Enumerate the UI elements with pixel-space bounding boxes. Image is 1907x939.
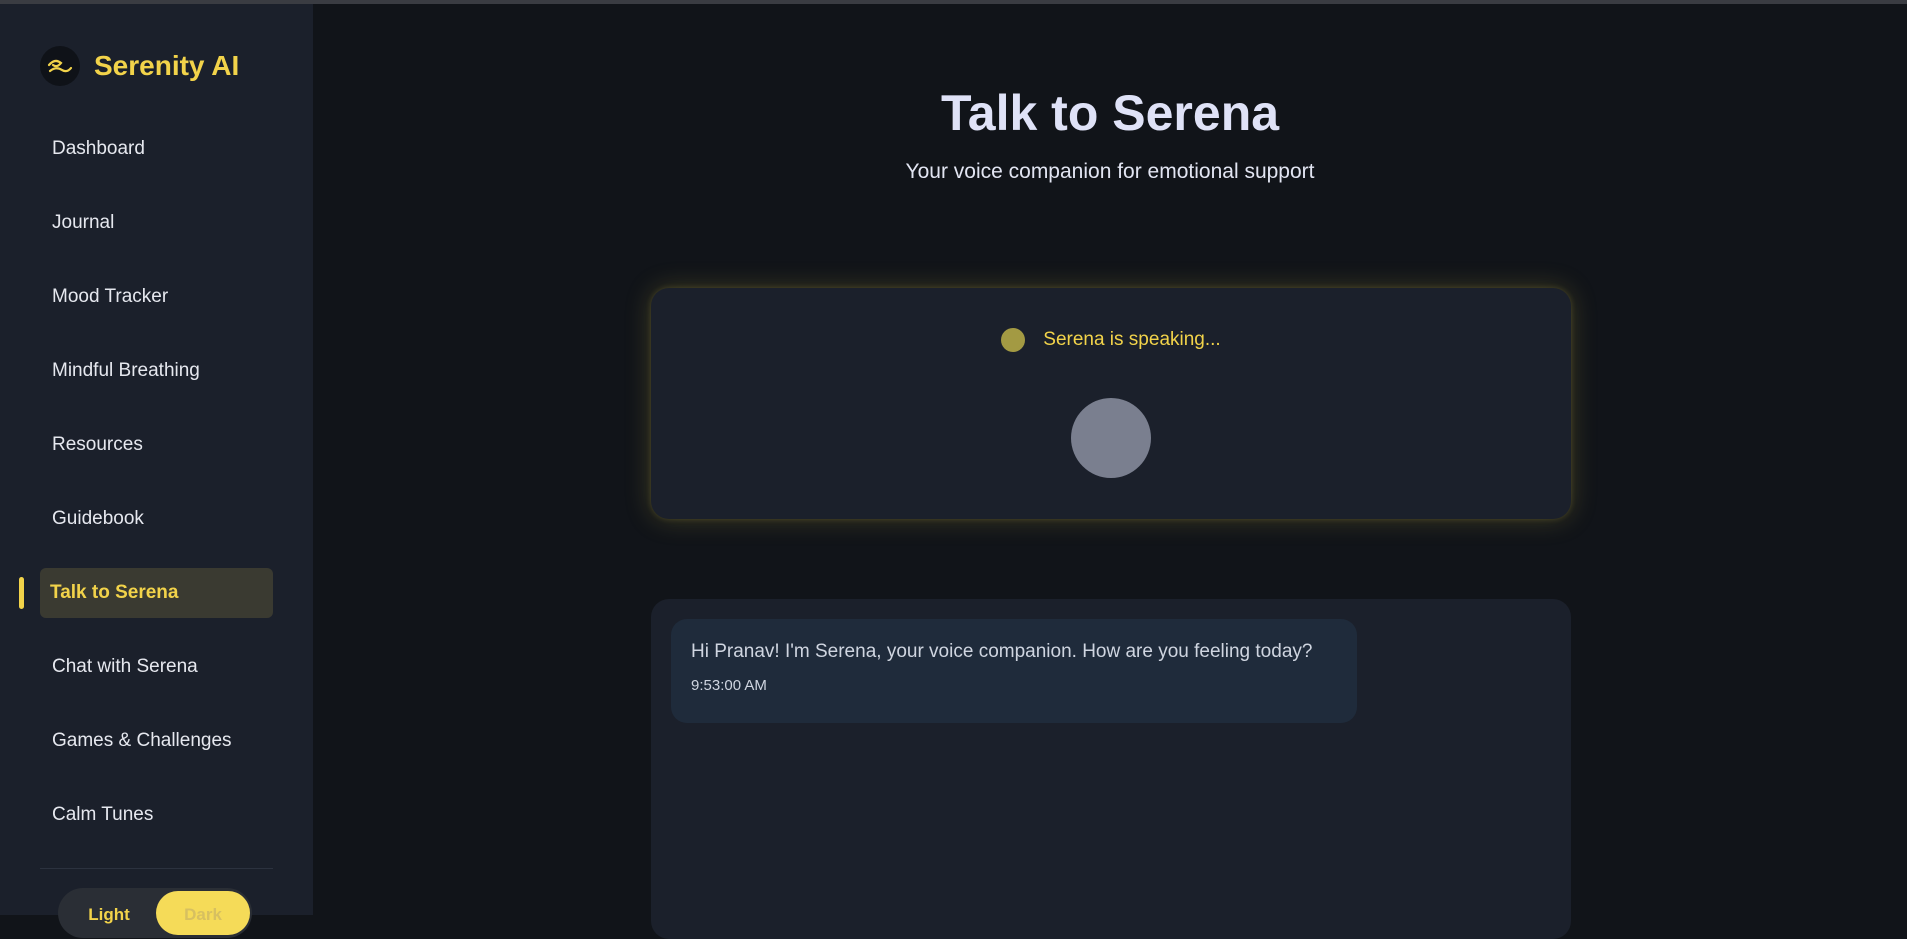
sidebar-item-journal[interactable]: Journal xyxy=(40,198,273,248)
speaking-status-text: Serena is speaking... xyxy=(1043,329,1221,350)
voice-status-card: Serena is speaking... xyxy=(651,288,1571,519)
sidebar-nav: Dashboard Journal Mood Tracker Mindful B… xyxy=(19,124,273,864)
sidebar-item-mindful-breathing[interactable]: Mindful Breathing xyxy=(40,346,273,396)
sidebar-item-mood-tracker[interactable]: Mood Tracker xyxy=(40,272,273,322)
speaking-indicator-icon xyxy=(1001,328,1026,352)
sidebar-item-chat-with-serena[interactable]: Chat with Serena xyxy=(40,642,273,692)
theme-dark-button[interactable]: Dark xyxy=(156,891,250,935)
microphone-button[interactable] xyxy=(1071,398,1151,478)
conversation-panel: Hi Pranav! I'm Serena, your voice compan… xyxy=(651,599,1571,939)
sidebar-item-games-challenges[interactable]: Games & Challenges xyxy=(40,716,273,766)
message-text: Hi Pranav! I'm Serena, your voice compan… xyxy=(691,641,1313,662)
sidebar-item-calm-tunes[interactable]: Calm Tunes xyxy=(40,790,273,840)
message-bubble: Hi Pranav! I'm Serena, your voice compan… xyxy=(671,619,1357,723)
page-title: Talk to Serena xyxy=(940,85,1280,141)
brand[interactable]: Serenity AI xyxy=(40,46,239,86)
sidebar-item-talk-to-serena[interactable]: Talk to Serena xyxy=(19,568,273,618)
sidebar-item-dashboard[interactable]: Dashboard xyxy=(40,124,273,174)
theme-light-button[interactable]: Light xyxy=(62,891,156,935)
brand-name: Serenity AI xyxy=(94,50,240,81)
sidebar-divider xyxy=(40,868,273,869)
message-timestamp: 9:53:00 AM xyxy=(691,677,767,694)
speaking-status: Serena is speaking... xyxy=(651,328,1571,352)
wave-logo-icon xyxy=(40,46,80,86)
page-subtitle: Your voice companion for emotional suppo… xyxy=(905,160,1315,183)
sidebar-item-guidebook[interactable]: Guidebook xyxy=(40,494,273,544)
sidebar-item-resources[interactable]: Resources xyxy=(40,420,273,470)
sidebar: Serenity AI Dashboard Journal Mood Track… xyxy=(0,4,313,938)
theme-toggle: Light Dark xyxy=(58,888,252,938)
